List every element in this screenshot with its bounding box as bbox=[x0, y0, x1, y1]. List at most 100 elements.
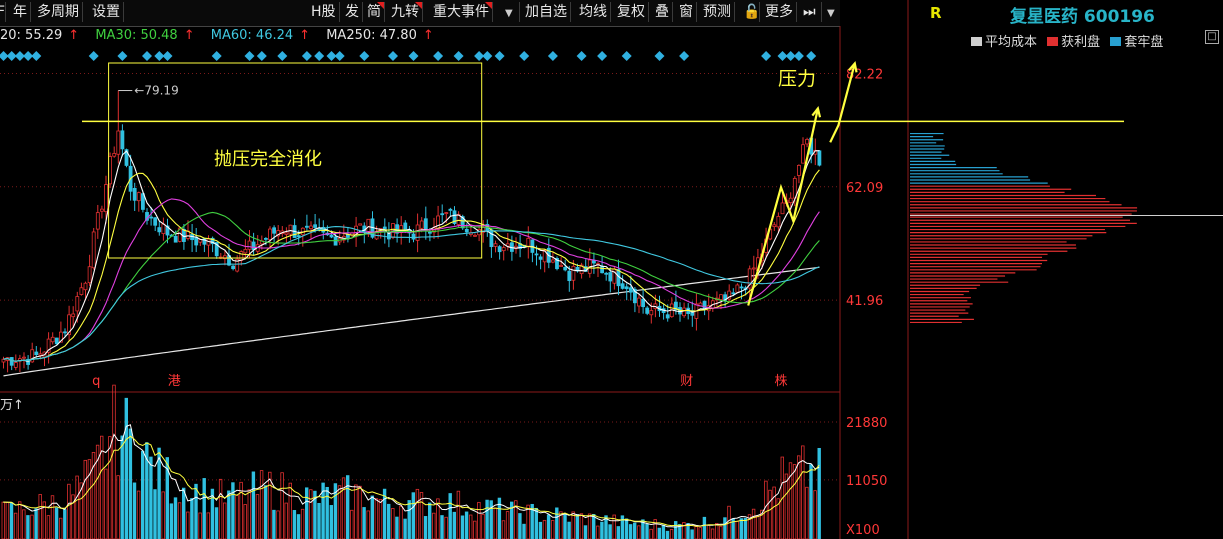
volume-bar bbox=[268, 471, 272, 539]
volume-bar bbox=[526, 504, 530, 539]
volume-bar bbox=[235, 494, 239, 539]
candle-body bbox=[571, 265, 576, 281]
volume-bar bbox=[756, 515, 760, 539]
volume-bar bbox=[132, 482, 137, 539]
candle-body bbox=[419, 220, 424, 229]
volume-bar bbox=[317, 502, 321, 539]
volume-bar bbox=[354, 484, 358, 539]
price-axis: 82.2262.0941.962188011050X100 bbox=[846, 67, 887, 538]
volume-bar bbox=[300, 508, 305, 539]
volume-bar bbox=[444, 516, 448, 539]
candle-body bbox=[735, 284, 740, 293]
candle-body bbox=[13, 362, 18, 368]
volume-tick-label: 21880 bbox=[846, 416, 887, 431]
signal-diamond bbox=[301, 51, 312, 61]
candle-body bbox=[358, 223, 363, 226]
volume-bar bbox=[83, 459, 87, 539]
volume-bar bbox=[661, 524, 666, 539]
volume-bar bbox=[432, 512, 436, 539]
ma20-line bbox=[3, 198, 820, 362]
volume-bar bbox=[104, 468, 108, 539]
candle-body bbox=[116, 130, 121, 155]
volume-bar bbox=[325, 486, 329, 539]
signal-diamond bbox=[162, 51, 173, 61]
volume-bar bbox=[218, 478, 223, 539]
candle-body bbox=[776, 216, 781, 228]
volume-bar bbox=[46, 515, 51, 539]
volume-bar bbox=[563, 513, 567, 539]
volume-bar bbox=[304, 487, 309, 539]
candle-body bbox=[473, 234, 477, 237]
volume-bar bbox=[50, 495, 55, 539]
signal-diamond bbox=[117, 51, 128, 61]
volume-bar bbox=[26, 515, 30, 539]
grid-lines bbox=[0, 0, 909, 539]
candle-body bbox=[120, 130, 125, 150]
volume-bar bbox=[518, 513, 522, 539]
candle-body bbox=[637, 297, 641, 307]
signal-diamond bbox=[408, 51, 419, 61]
candle-body bbox=[797, 164, 801, 176]
ma250-polyline bbox=[3, 266, 820, 377]
volume-bar bbox=[370, 495, 374, 539]
volume-bar bbox=[801, 445, 805, 539]
candle-body bbox=[608, 272, 613, 282]
volume-bar bbox=[542, 519, 547, 539]
candle-body bbox=[157, 227, 162, 233]
signal-diamond bbox=[519, 51, 530, 61]
volume-bar bbox=[13, 512, 18, 539]
volume-bar bbox=[743, 517, 748, 539]
event-marker: 株 bbox=[774, 374, 787, 389]
signal-diamond bbox=[359, 51, 370, 61]
volume-bar bbox=[366, 510, 370, 539]
volume-bar bbox=[309, 489, 313, 539]
signal-diamond bbox=[679, 51, 690, 61]
volume-bar bbox=[202, 478, 206, 539]
volume-bar bbox=[263, 485, 268, 539]
volume-bar bbox=[448, 493, 452, 539]
volume-bar bbox=[715, 523, 719, 539]
volume-bar bbox=[358, 485, 362, 539]
volume-bar bbox=[587, 513, 592, 539]
volume-bar bbox=[149, 456, 153, 539]
candle-body bbox=[34, 351, 39, 356]
candle-body bbox=[788, 197, 793, 203]
candle-body bbox=[38, 353, 43, 356]
ma30-line bbox=[3, 211, 820, 362]
candle-body bbox=[112, 153, 117, 157]
volume-unit-tick: X100 bbox=[846, 523, 880, 538]
volume-bar bbox=[169, 503, 174, 539]
volume-bar bbox=[284, 502, 288, 539]
volume-bar bbox=[575, 514, 579, 539]
volume-bar bbox=[9, 502, 14, 539]
volume-bar bbox=[108, 436, 112, 539]
candle-body bbox=[501, 247, 506, 252]
volume-bar bbox=[87, 459, 92, 539]
volume-bar bbox=[723, 517, 727, 539]
candle-body bbox=[604, 272, 609, 275]
volume-bar bbox=[214, 507, 219, 539]
signal-diamond bbox=[142, 51, 152, 61]
candle-body bbox=[411, 233, 416, 240]
ma5-line bbox=[3, 150, 820, 363]
volume-bar bbox=[477, 501, 481, 539]
signal-diamond bbox=[482, 51, 493, 61]
candle-body bbox=[612, 268, 617, 284]
volume-bar bbox=[772, 486, 776, 539]
volume-bar bbox=[251, 471, 256, 539]
volume-bar bbox=[481, 513, 485, 539]
volume-bar bbox=[206, 512, 210, 539]
volume-bar bbox=[645, 523, 649, 539]
volume-bar bbox=[231, 482, 235, 539]
volume-bar bbox=[329, 505, 333, 539]
volume-bar bbox=[173, 497, 178, 539]
candle-body bbox=[464, 228, 469, 233]
volume-bar bbox=[710, 528, 715, 539]
volume-bar bbox=[489, 500, 493, 539]
volume-bar bbox=[280, 472, 284, 539]
volume-bar bbox=[522, 523, 526, 539]
volume-bar bbox=[243, 504, 247, 539]
signal-diamond bbox=[256, 51, 267, 61]
signal-diamond bbox=[314, 51, 325, 61]
volume-bar bbox=[751, 508, 756, 539]
